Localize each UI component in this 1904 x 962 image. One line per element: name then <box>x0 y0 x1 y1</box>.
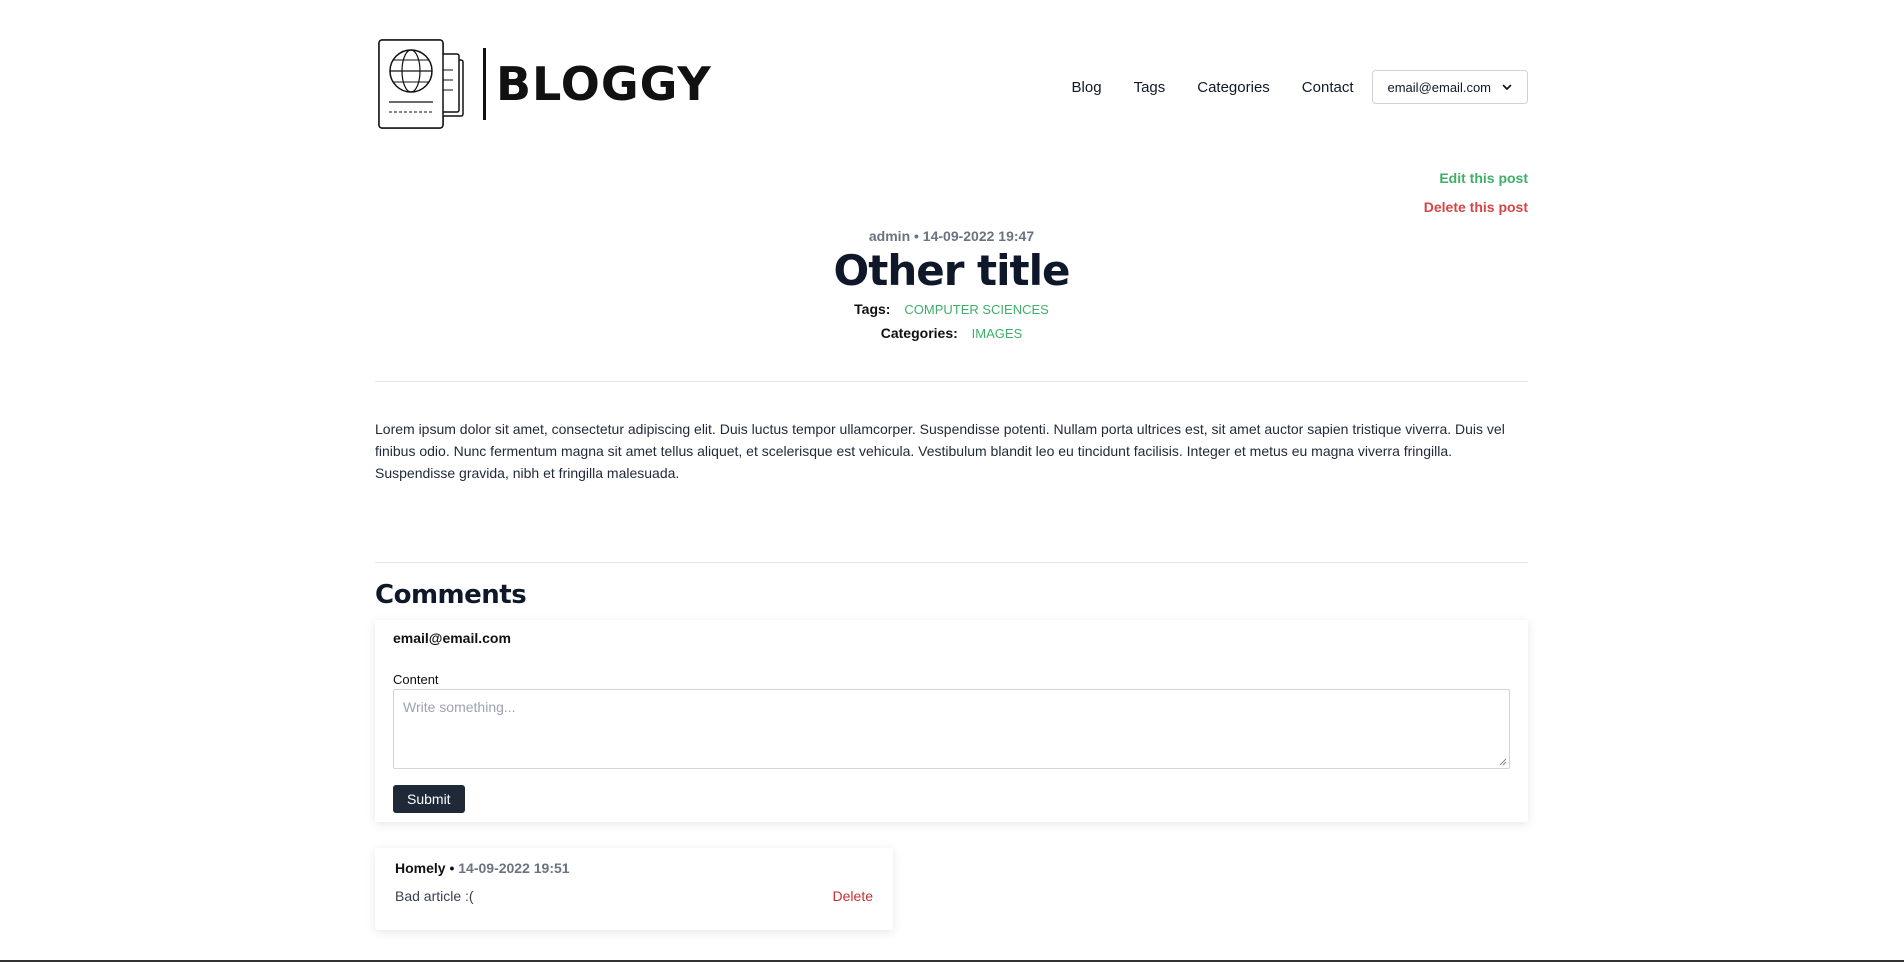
nav-categories[interactable]: Categories <box>1197 79 1270 96</box>
user-email: email@email.com <box>1387 79 1492 95</box>
site-header: BLOGGY Blog Tags Categories Contact emai… <box>375 0 1528 140</box>
comment-author: Homely <box>395 860 446 876</box>
nav-tags[interactable]: Tags <box>1134 79 1166 96</box>
comment-form-user: email@email.com <box>393 630 511 646</box>
user-menu-dropdown[interactable]: email@email.com <box>1371 70 1528 104</box>
page: BLOGGY Blog Tags Categories Contact emai… <box>0 0 1904 962</box>
logo-divider <box>483 48 486 120</box>
post-categories: Categories: IMAGES <box>375 325 1528 341</box>
comments-heading: Comments <box>375 580 527 610</box>
comment-text: Bad article :( <box>395 888 474 904</box>
delete-comment-button[interactable]: Delete <box>833 888 873 904</box>
brand-name: BLOGGY <box>496 57 712 111</box>
comment-item: Homely • 14-09-2022 19:51 Bad article :(… <box>375 848 893 930</box>
post-tags: Tags: COMPUTER SCIENCES <box>375 301 1528 317</box>
post-title: Other title <box>833 246 1071 295</box>
passport-logo-icon <box>378 39 464 129</box>
post-actions: Edit this post Delete this post <box>1424 170 1528 215</box>
tag-link[interactable]: COMPUTER SCIENCES <box>904 302 1048 317</box>
comment-content-textarea[interactable]: Write something... <box>393 689 1510 769</box>
main-container: BLOGGY Blog Tags Categories Contact emai… <box>375 0 1528 930</box>
comment-separator: • <box>449 860 455 876</box>
resize-grip-icon[interactable] <box>1499 758 1507 766</box>
submit-button[interactable]: Submit <box>393 785 465 813</box>
comment-header: Homely • 14-09-2022 19:51 <box>395 860 873 876</box>
comment-form: email@email.com Content Write something.… <box>375 620 1528 822</box>
comment-date: 14-09-2022 19:51 <box>458 860 570 876</box>
post-meta: admin • 14-09-2022 19:47 <box>868 228 1035 244</box>
tags-label: Tags: <box>854 301 891 317</box>
delete-post-link[interactable]: Delete this post <box>1424 199 1528 215</box>
content-label: Content <box>393 672 439 687</box>
chevron-down-icon <box>1502 84 1512 90</box>
divider <box>375 562 1528 563</box>
comment-body: Bad article :( Delete <box>395 888 873 904</box>
logo[interactable]: BLOGGY <box>377 38 712 130</box>
nav-blog[interactable]: Blog <box>1072 79 1102 96</box>
categories-label: Categories: <box>880 325 958 341</box>
post-body: Lorem ipsum dolor sit amet, consectetur … <box>375 421 1505 481</box>
divider <box>375 381 1528 382</box>
category-link[interactable]: IMAGES <box>972 326 1023 341</box>
nav-contact[interactable]: Contact <box>1302 79 1354 96</box>
edit-post-link[interactable]: Edit this post <box>1424 170 1528 199</box>
main-nav: Blog Tags Categories Contact email@email… <box>1072 70 1528 104</box>
textarea-placeholder: Write something... <box>403 699 516 715</box>
post-header: admin • 14-09-2022 19:47 Other title Tag… <box>375 228 1528 349</box>
